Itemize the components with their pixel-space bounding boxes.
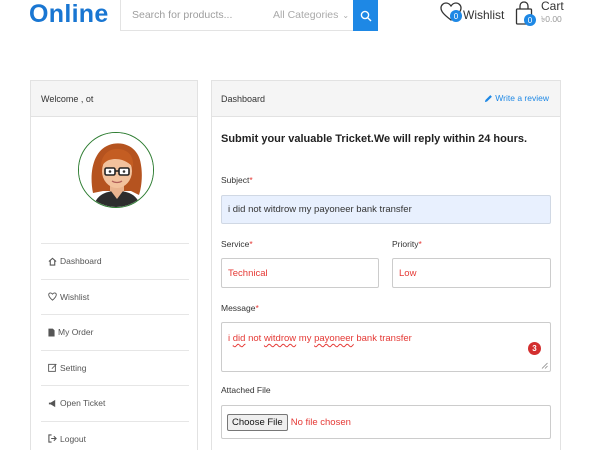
logout-icon xyxy=(48,434,57,443)
attachment-label: Attached File xyxy=(221,385,271,395)
cart-count-badge: 0 xyxy=(524,14,536,26)
file-input: Choose File No file chosen xyxy=(221,405,551,439)
avatar xyxy=(78,132,154,208)
sidebar-item-logout[interactable]: Logout xyxy=(41,420,189,450)
sidebar-item-dashboard[interactable]: Dashboard xyxy=(41,243,189,279)
megaphone-icon xyxy=(48,399,56,407)
home-icon xyxy=(48,257,57,266)
search-button[interactable] xyxy=(353,0,378,31)
service-label: Service* xyxy=(221,239,253,249)
search-bar: All Categories ⌄ xyxy=(120,0,378,31)
resize-handle-icon[interactable] xyxy=(541,362,548,369)
account-sidebar: Welcome , ot Dashboard Wishlist My Order… xyxy=(30,80,198,450)
file-status: No file chosen xyxy=(290,416,351,428)
cart-label: Cart xyxy=(541,0,564,13)
write-review-label: Write a review xyxy=(495,93,549,103)
subject-field[interactable]: i did not witdrow my payoneer bank trans… xyxy=(221,195,551,224)
site-logo[interactable]: Online xyxy=(29,0,109,29)
header-cart[interactable]: 0 Cart ৳0.00 xyxy=(515,0,564,28)
category-select-value: All Categories xyxy=(273,9,339,21)
pencil-icon xyxy=(485,94,493,102)
file-icon xyxy=(48,328,55,337)
panel-title: Dashboard xyxy=(221,94,266,104)
sidebar-item-setting[interactable]: Setting xyxy=(41,349,189,386)
sidebar-item-label: Dashboard xyxy=(60,256,102,267)
ticket-panel: Dashboard Write a review Submit your val… xyxy=(211,80,561,450)
sidebar-item-label: Wishlist xyxy=(60,291,90,302)
search-input[interactable] xyxy=(121,0,261,30)
wishlist-label: Wishlist xyxy=(463,8,505,22)
cart-icon-wrap: 0 xyxy=(515,0,536,28)
wishlist-icon-wrap: 0 xyxy=(440,2,462,22)
heart-icon xyxy=(48,292,57,301)
sidebar-item-label: My Order xyxy=(58,327,94,338)
search-icon xyxy=(360,10,371,21)
priority-select[interactable]: Low xyxy=(392,258,551,288)
wishlist-count-badge: 0 xyxy=(450,10,462,22)
subject-label: Subject* xyxy=(221,175,253,185)
welcome-text: Welcome , ot xyxy=(31,81,197,117)
sidebar-item-my-order[interactable]: My Order xyxy=(41,314,189,350)
message-text: i did not witdrow my payoneer bank trans… xyxy=(228,333,412,344)
edit-icon xyxy=(48,364,57,373)
ticket-headline: Submit your valuable Tricket.We will rep… xyxy=(221,133,528,145)
sidebar-item-label: Open Ticket xyxy=(60,398,106,409)
sidebar-item-label: Setting xyxy=(60,362,87,373)
chevron-down-icon: ⌄ xyxy=(342,10,350,20)
sidebar-item-label: Logout xyxy=(60,433,86,444)
cart-summary: Cart ৳0.00 xyxy=(541,0,564,26)
panel-header: Dashboard Write a review xyxy=(212,81,560,117)
write-review-link[interactable]: Write a review xyxy=(484,93,549,103)
message-textarea[interactable]: i did not witdrow my payoneer bank trans… xyxy=(221,322,551,372)
spellcheck-badge[interactable]: 3 xyxy=(528,342,541,355)
service-select[interactable]: Technical xyxy=(221,258,379,288)
avatar-illustration xyxy=(79,133,153,207)
choose-file-button[interactable]: Choose File xyxy=(227,413,288,431)
sidebar-menu: Dashboard Wishlist My Order Setting Open… xyxy=(41,243,189,450)
cart-amount: ৳0.00 xyxy=(541,14,562,24)
sidebar-item-wishlist[interactable]: Wishlist xyxy=(41,278,189,315)
message-label: Message* xyxy=(221,303,259,313)
sidebar-item-open-ticket[interactable]: Open Ticket xyxy=(41,385,189,421)
category-select[interactable]: All Categories ⌄ xyxy=(261,0,353,30)
header-wishlist[interactable]: 0 Wishlist xyxy=(440,2,504,22)
priority-label: Priority* xyxy=(392,239,422,249)
